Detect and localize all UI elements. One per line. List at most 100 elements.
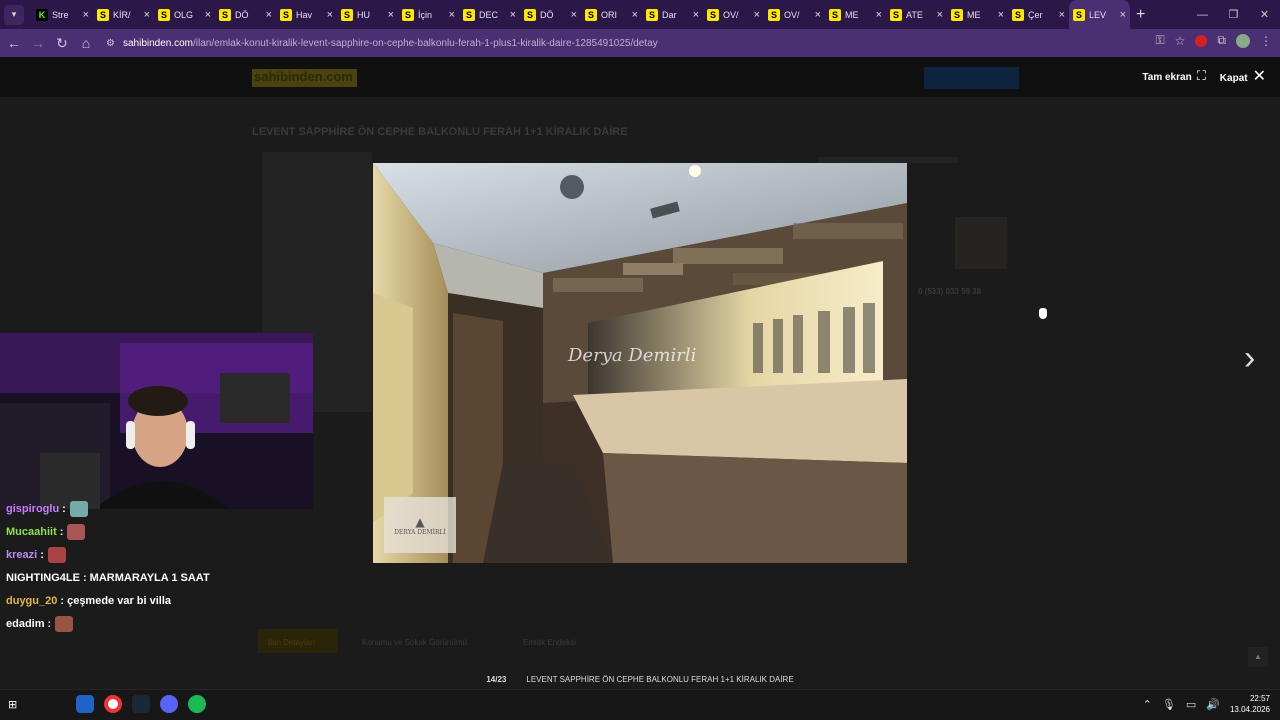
tab-close-icon[interactable]: × bbox=[205, 9, 211, 21]
browser-tab[interactable]: S DEC × bbox=[459, 0, 520, 29]
browser-tab[interactable]: S OV/ × bbox=[703, 0, 764, 29]
chat-emote-icon bbox=[47, 546, 66, 563]
tab-close-icon[interactable]: × bbox=[266, 9, 272, 21]
system-tray: ⌃ 🎙 ▭ 🔊 22:57 13.04.2026 bbox=[1143, 693, 1270, 715]
tab-search-menu-icon[interactable]: ▾ bbox=[4, 4, 24, 25]
tab-close-icon[interactable]: × bbox=[754, 9, 760, 21]
tab-title: OV/ bbox=[784, 9, 800, 20]
close-lightbox-button[interactable]: Kapat ✕ bbox=[1220, 66, 1266, 86]
minimize-icon[interactable]: — bbox=[1187, 9, 1218, 21]
microphone-icon[interactable]: 🎙 bbox=[1162, 698, 1176, 711]
browser-tab[interactable]: S İçin × bbox=[398, 0, 459, 29]
seller-phone: 0 (533) 033 59 38 bbox=[918, 287, 982, 296]
tab-close-icon[interactable]: × bbox=[1059, 9, 1065, 21]
extension-icon[interactable] bbox=[1195, 34, 1208, 47]
site-header bbox=[0, 57, 1280, 97]
network-icon[interactable]: ▭ bbox=[1186, 698, 1196, 711]
site-logo[interactable]: sahibinden.com bbox=[252, 69, 357, 87]
browser-tab[interactable]: S Çer × bbox=[1008, 0, 1069, 29]
agency-logo-watermark: ▲ DERYA DEMİRLİ bbox=[384, 497, 456, 553]
tab-title: ATE bbox=[906, 9, 923, 20]
tab-index-label[interactable]: Emlak Endeksi bbox=[523, 638, 576, 647]
steam-icon[interactable] bbox=[132, 695, 150, 713]
address-bar[interactable]: ⚙ sahibinden.com /ilan/emlak-konut-kiral… bbox=[106, 33, 1136, 53]
chat-username: duygu_20 bbox=[6, 594, 58, 607]
clock[interactable]: 22:57 13.04.2026 bbox=[1230, 693, 1270, 715]
tab-favicon-icon: S bbox=[707, 8, 719, 21]
browser-tab[interactable]: S ME × bbox=[947, 0, 1008, 29]
tab-close-icon[interactable]: × bbox=[510, 9, 516, 21]
tab-location-label[interactable]: Konumu ve Sokak Görünümü bbox=[362, 638, 467, 647]
reload-icon[interactable]: ↻ bbox=[50, 35, 74, 52]
tab-strip: ▾ K Stre × S KİR/× S OLG × S DÖ × S Hav × S HU × S İçin × S D… bbox=[0, 0, 1280, 29]
back-icon[interactable]: ← bbox=[2, 35, 26, 51]
close-window-icon[interactable]: ✕ bbox=[1249, 8, 1280, 21]
browser-tab[interactable]: S ATE × bbox=[886, 0, 947, 29]
forward-icon[interactable]: → bbox=[26, 35, 50, 51]
mouse-cursor bbox=[1039, 308, 1047, 319]
start-icon[interactable]: ⊞ bbox=[8, 698, 17, 711]
chat-message: gispiroglu: bbox=[6, 497, 246, 520]
site-info-icon[interactable]: ⚙ bbox=[106, 38, 115, 49]
browser-tab[interactable]: S Hav × bbox=[276, 0, 337, 29]
taskbar-apps bbox=[76, 695, 206, 713]
tab-favicon-icon: S bbox=[1012, 8, 1024, 21]
tab-close-icon[interactable]: × bbox=[144, 9, 150, 21]
tab-close-icon[interactable]: × bbox=[937, 9, 943, 21]
tab-close-icon[interactable]: × bbox=[998, 9, 1004, 21]
post-ad-button[interactable] bbox=[924, 67, 1019, 89]
chat-message: kreazi: bbox=[6, 543, 246, 566]
tab-close-icon[interactable]: × bbox=[327, 9, 333, 21]
tab-close-icon[interactable]: × bbox=[876, 9, 882, 21]
browser-tab[interactable]: S ORI × bbox=[581, 0, 642, 29]
chat-message: NIGHTING4LE: MARMARAYLA 1 SAAT bbox=[6, 566, 246, 589]
clock-date: 13.04.2026 bbox=[1229, 705, 1270, 714]
extensions-puzzle-icon[interactable]: ⧉ bbox=[1217, 33, 1226, 48]
profile-avatar[interactable] bbox=[1236, 33, 1250, 48]
new-tab-button[interactable]: + bbox=[1136, 6, 1145, 24]
discord-icon[interactable] bbox=[160, 695, 178, 713]
chat-message: duygu_20: çeşmede var bi villa bbox=[6, 589, 246, 612]
scroll-top-button[interactable]: ▲ bbox=[1248, 647, 1268, 667]
url-path: /ilan/emlak-konut-kiralik-levent-sapphir… bbox=[193, 37, 658, 49]
tab-listing-details-label: İlan Detayları bbox=[268, 638, 316, 647]
tab-close-icon[interactable]: × bbox=[571, 9, 577, 21]
tab-favicon-icon: S bbox=[646, 8, 658, 21]
browser-tab[interactable]: S LEV × bbox=[1069, 0, 1130, 29]
tab-title: OV/ bbox=[723, 9, 739, 20]
browser-tab[interactable]: K Stre × bbox=[32, 0, 93, 29]
chrome-icon[interactable] bbox=[104, 695, 122, 713]
chat-emote-icon bbox=[69, 500, 88, 517]
tab-close-icon[interactable]: × bbox=[449, 9, 455, 21]
tab-title: ME bbox=[967, 9, 981, 20]
window-controls: — ❐ ✕ bbox=[1187, 0, 1280, 29]
menu-kebab-icon[interactable]: ⋮ bbox=[1260, 34, 1272, 48]
tab-close-icon[interactable]: × bbox=[1120, 9, 1126, 21]
chat-text: : bbox=[59, 525, 64, 538]
fullscreen-label: Tam ekran bbox=[1142, 72, 1192, 83]
tab-close-icon[interactable]: × bbox=[693, 9, 699, 21]
tab-close-icon[interactable]: × bbox=[388, 9, 394, 21]
chat-emote-icon bbox=[67, 523, 86, 540]
outlook-icon[interactable] bbox=[76, 695, 94, 713]
spotify-icon[interactable] bbox=[188, 695, 206, 713]
browser-tab[interactable]: S OV/ × bbox=[764, 0, 825, 29]
browser-tab[interactable]: S DÖ × bbox=[520, 0, 581, 29]
fullscreen-button[interactable]: Tam ekran ⛶ bbox=[1142, 68, 1205, 84]
password-key-icon[interactable]: ⚿ bbox=[1156, 33, 1165, 48]
home-icon[interactable]: ⌂ bbox=[74, 35, 98, 51]
bookmark-star-icon[interactable]: ☆ bbox=[1175, 34, 1186, 48]
tab-close-icon[interactable]: × bbox=[632, 9, 638, 21]
tray-expand-icon[interactable]: ⌃ bbox=[1143, 698, 1152, 711]
volume-icon[interactable]: 🔊 bbox=[1206, 698, 1220, 711]
browser-tab[interactable]: S Dar × bbox=[642, 0, 703, 29]
browser-tab[interactable]: S OLG × bbox=[154, 0, 215, 29]
next-photo-icon[interactable]: › bbox=[1244, 339, 1255, 378]
tab-close-icon[interactable]: × bbox=[815, 9, 821, 21]
browser-tab[interactable]: S KİR/ × bbox=[93, 0, 154, 29]
browser-tab[interactable]: S HU × bbox=[337, 0, 398, 29]
restore-icon[interactable]: ❐ bbox=[1218, 8, 1249, 21]
browser-tab[interactable]: S DÖ × bbox=[215, 0, 276, 29]
tab-close-icon[interactable]: × bbox=[83, 9, 89, 21]
browser-tab[interactable]: S ME × bbox=[825, 0, 886, 29]
